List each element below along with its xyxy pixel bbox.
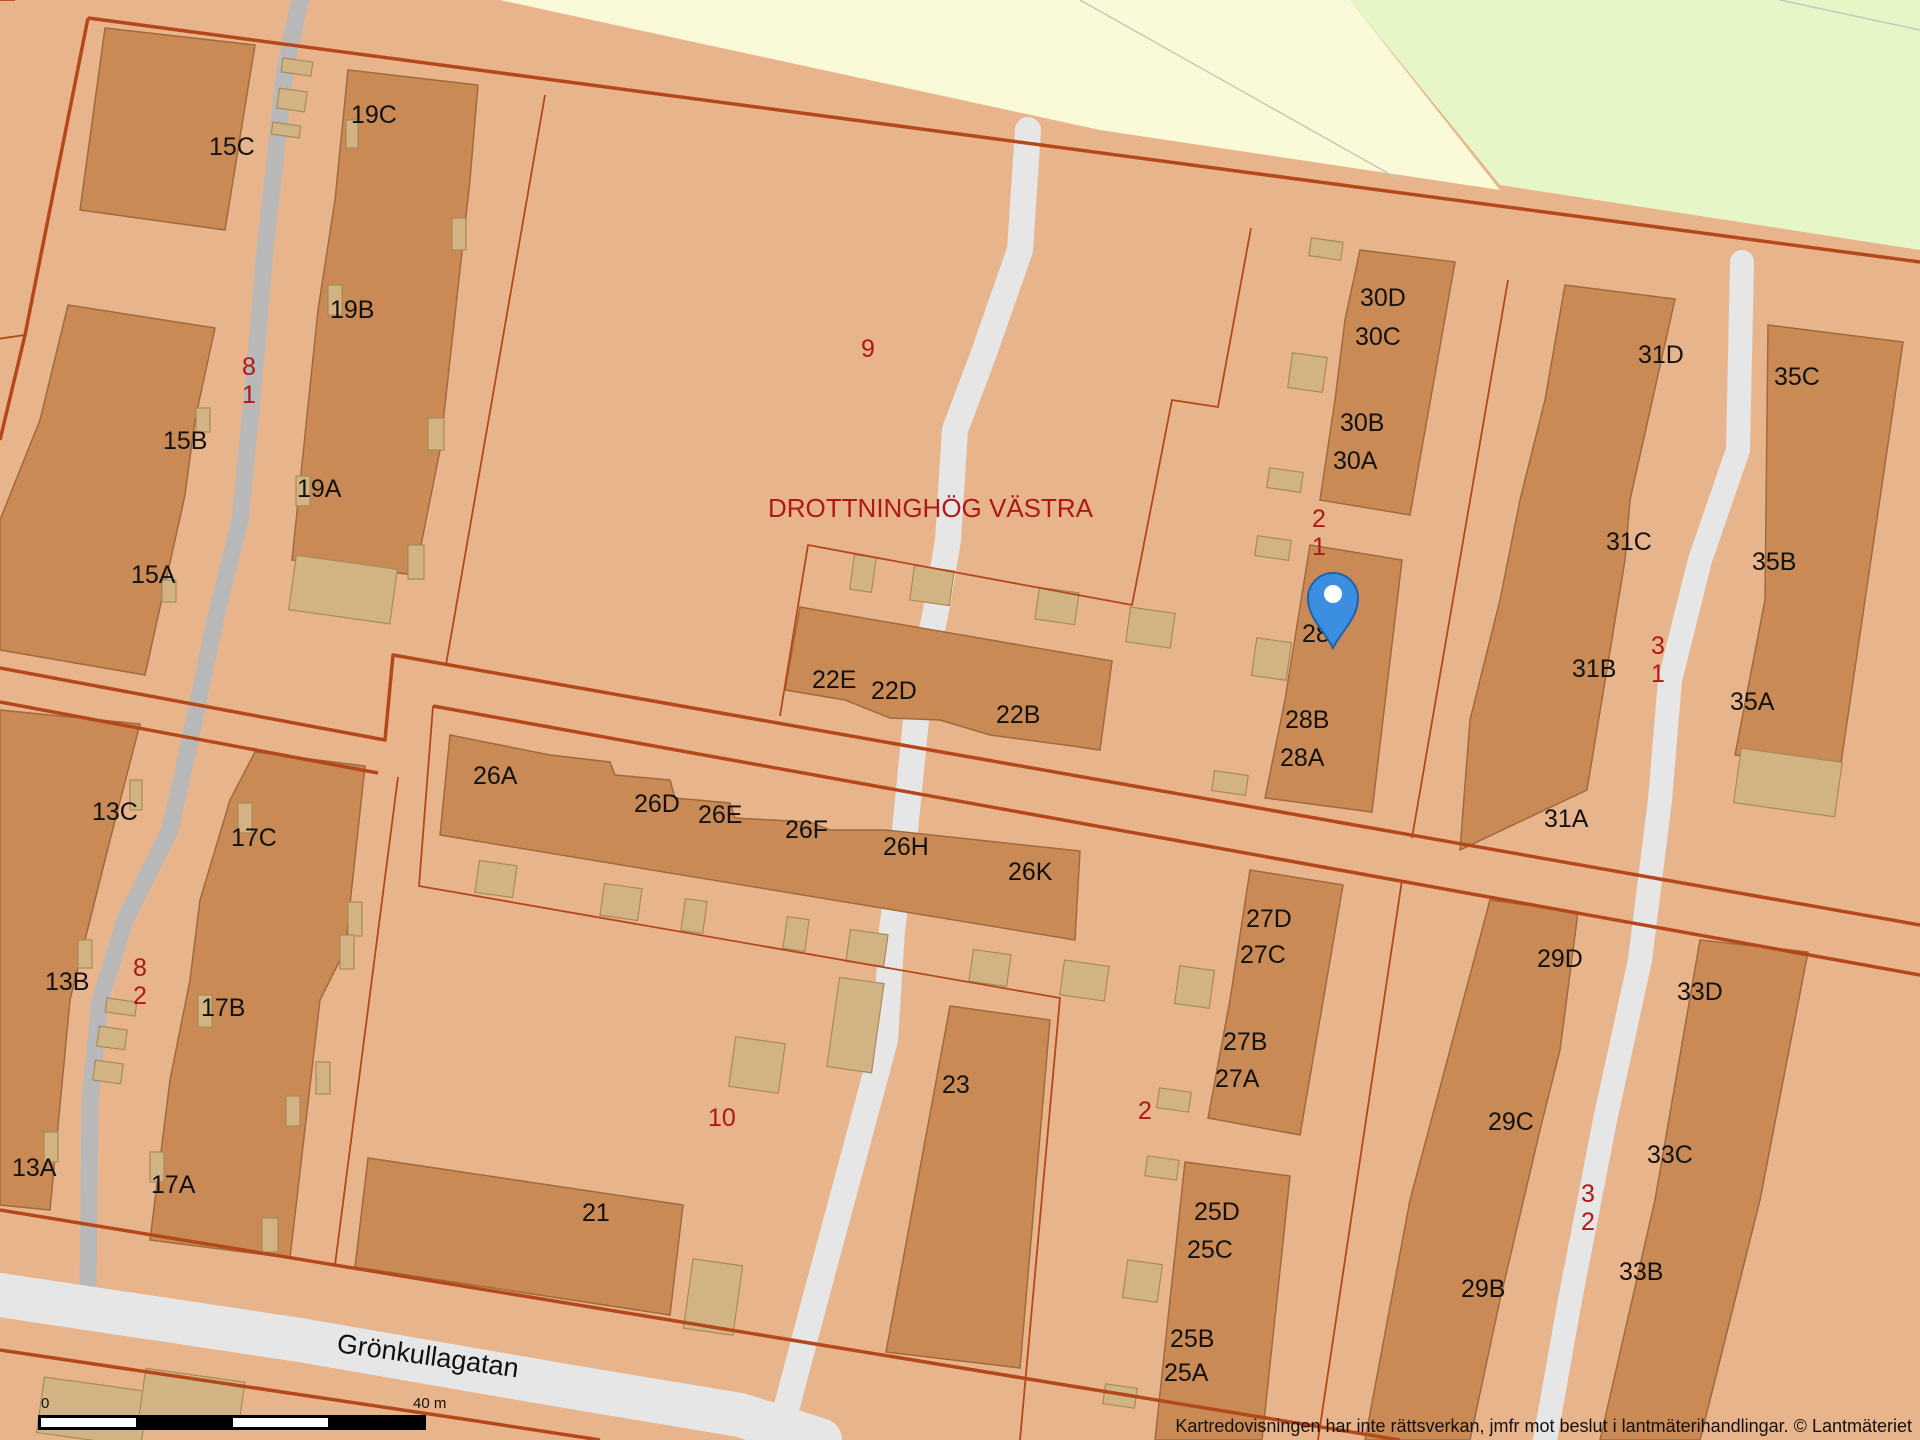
- address-label: 35B: [1752, 548, 1796, 576]
- property-stack-top: 3: [1581, 1180, 1595, 1208]
- address-label: 19C: [351, 101, 397, 129]
- property-number: 10: [708, 1104, 736, 1132]
- property-stack-bottom: 1: [1312, 533, 1326, 561]
- address-label: 30A: [1333, 447, 1378, 475]
- address-label: 27D: [1246, 905, 1292, 933]
- address-label: 27C: [1240, 941, 1286, 969]
- address-label: 26E: [698, 801, 742, 829]
- address-label: 22B: [996, 701, 1040, 729]
- address-label: 31A: [1544, 805, 1589, 833]
- map-canvas[interactable]: DROTTNINGHÖG VÄSTRA Grönkullagatan 9 10 …: [0, 0, 1920, 1440]
- address-label: 25D: [1194, 1198, 1240, 1226]
- address-label: 25B: [1170, 1325, 1214, 1353]
- address-label: 21: [582, 1199, 610, 1227]
- property-stack-top: 8: [242, 353, 256, 381]
- address-label: 26H: [883, 833, 929, 861]
- address-label: 26D: [634, 790, 680, 818]
- address-label: 22D: [871, 677, 917, 705]
- address-label: 26K: [1008, 858, 1053, 886]
- property-number: 2: [1138, 1097, 1152, 1125]
- area-name-label: DROTTNINGHÖG VÄSTRA: [768, 493, 1094, 523]
- address-label: 35A: [1730, 688, 1775, 716]
- address-label: 31D: [1638, 341, 1684, 369]
- address-label: 15C: [209, 133, 255, 161]
- property-stack-bottom: 2: [133, 982, 147, 1010]
- address-label: 30D: [1360, 284, 1406, 312]
- address-label: 31C: [1606, 528, 1652, 556]
- address-label: 13B: [45, 968, 89, 996]
- address-label: 29D: [1537, 945, 1583, 973]
- address-label: 30B: [1340, 409, 1384, 437]
- address-label: 29C: [1488, 1108, 1534, 1136]
- address-label: 15B: [163, 427, 207, 455]
- property-stack-top: 3: [1651, 632, 1665, 660]
- property-stack-top: 2: [1312, 505, 1326, 533]
- address-label: 15A: [131, 561, 176, 589]
- property-number: 9: [861, 335, 875, 363]
- address-label: 19A: [297, 475, 342, 503]
- address-label: 26A: [473, 762, 518, 790]
- address-label: 33B: [1619, 1258, 1663, 1286]
- address-label: 26F: [785, 816, 828, 844]
- address-label: 23: [942, 1071, 970, 1099]
- address-label: 17A: [151, 1171, 196, 1199]
- address-label: 13C: [92, 798, 138, 826]
- address-label: 29B: [1461, 1275, 1505, 1303]
- address-label: 25A: [1164, 1359, 1209, 1387]
- property-stack-bottom: 2: [1581, 1208, 1595, 1236]
- address-label: 13A: [12, 1154, 57, 1182]
- property-stack-bottom: 1: [1651, 660, 1665, 688]
- address-label: 33D: [1677, 978, 1723, 1006]
- address-label: 25C: [1187, 1236, 1233, 1264]
- address-label: 31B: [1572, 655, 1616, 683]
- address-label: 27A: [1215, 1065, 1260, 1093]
- address-label: 19B: [330, 296, 374, 324]
- attribution-text: Kartredovisningen har inte rättsverkan, …: [1175, 1416, 1912, 1436]
- address-label: 28A: [1280, 744, 1325, 772]
- property-stack-top: 8: [133, 954, 147, 982]
- address-label: 17B: [201, 994, 245, 1022]
- property-stack-bottom: 1: [242, 381, 256, 409]
- scale-start-label: 0: [41, 1395, 49, 1412]
- address-label: 27B: [1223, 1028, 1267, 1056]
- address-label: 35C: [1774, 363, 1820, 391]
- address-label: 22E: [812, 666, 856, 694]
- address-label: 28B: [1285, 706, 1329, 734]
- address-label: 33C: [1647, 1141, 1693, 1169]
- address-label: 17C: [231, 824, 277, 852]
- scale-end-label: 40 m: [413, 1395, 446, 1412]
- map-pin-center: [1324, 585, 1342, 603]
- address-label: 30C: [1355, 323, 1401, 351]
